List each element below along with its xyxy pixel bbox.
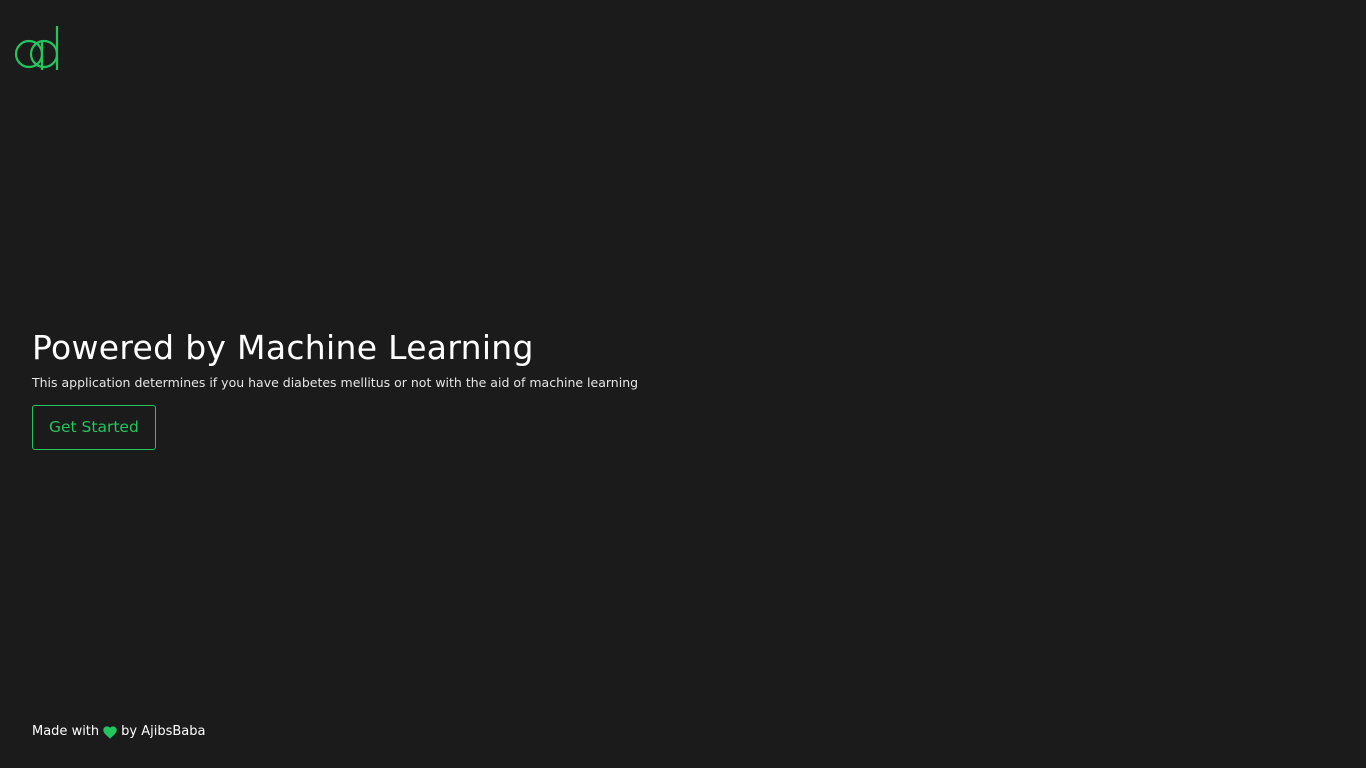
hero-subtitle: This application determines if you have … <box>32 375 639 390</box>
hero-title: Powered by Machine Learning <box>32 328 534 367</box>
logo[interactable] <box>14 24 64 74</box>
footer: Made with by AjibsBaba <box>32 723 205 741</box>
footer-author: by AjibsBaba <box>121 724 206 739</box>
get-started-button[interactable]: Get Started <box>32 405 156 450</box>
footer-made-with: Made with <box>32 724 100 739</box>
heart-icon <box>103 725 117 739</box>
hero-section: Powered by Machine Learning This applica… <box>32 326 932 450</box>
landing-page: Powered by Machine Learning This applica… <box>0 0 1366 768</box>
